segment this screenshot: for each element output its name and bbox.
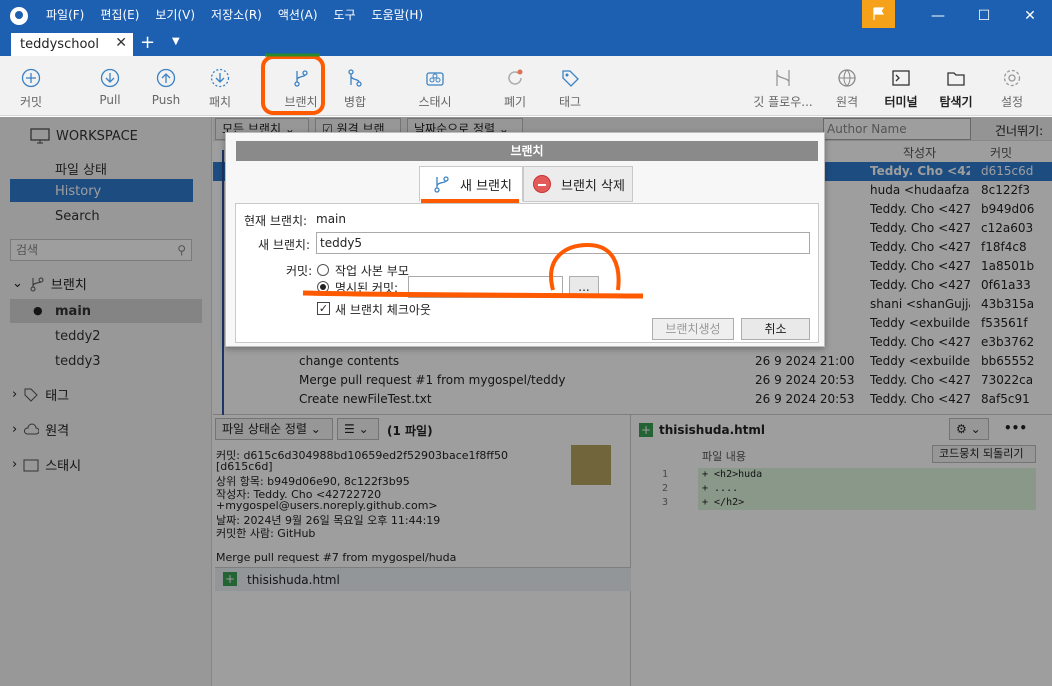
orange-annotation-marks xyxy=(261,53,644,299)
